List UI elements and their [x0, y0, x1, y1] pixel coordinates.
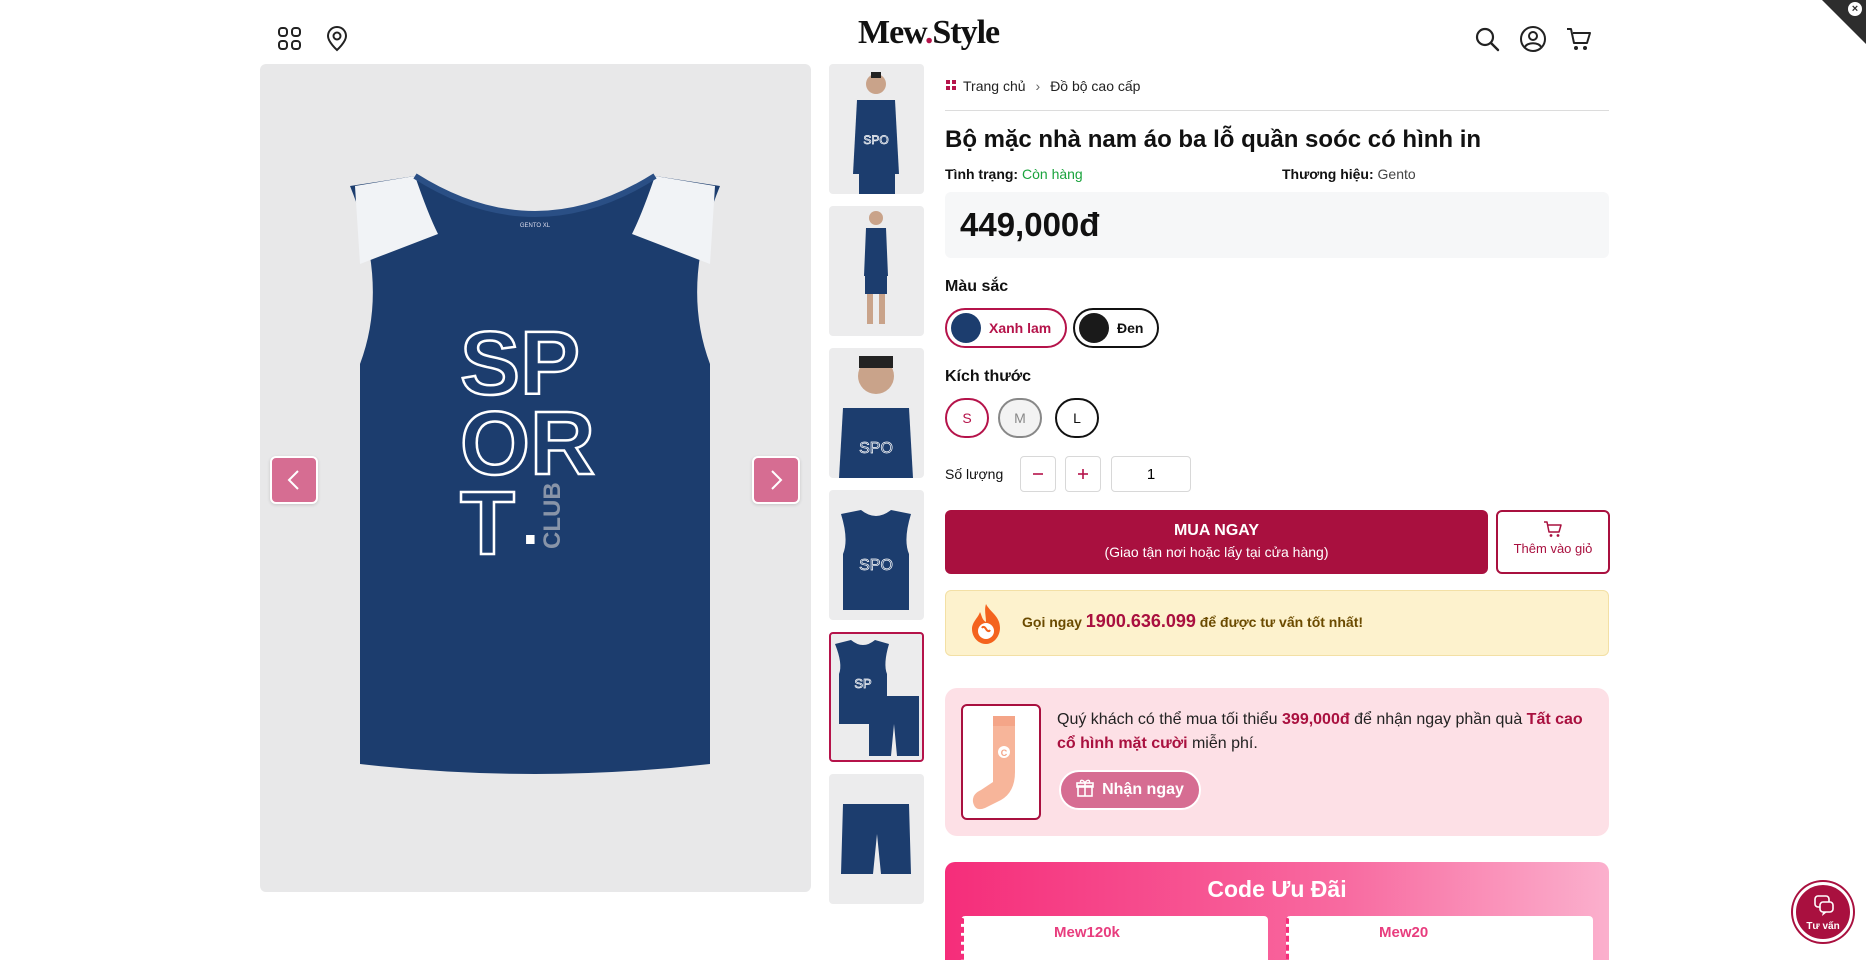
quantity-input[interactable] — [1111, 456, 1191, 492]
svg-text:SPO: SPO — [859, 440, 893, 457]
quantity-increase-button[interactable] — [1065, 456, 1101, 492]
hotline-number[interactable]: 1900.636.099 — [1086, 611, 1196, 631]
thumbnail-4[interactable]: SPO — [829, 490, 924, 620]
price-box: 449,000đ — [945, 192, 1609, 258]
claim-gift-label: Nhận ngay — [1102, 781, 1184, 798]
buy-now-sublabel: (Giao tận nơi hoặc lấy tại cửa hàng) — [1104, 544, 1329, 560]
color-swatch-navy — [951, 313, 981, 343]
svg-text:C: C — [1001, 748, 1008, 758]
chat-support-button[interactable]: Tư vấn — [1793, 882, 1853, 942]
search-icon[interactable] — [1472, 24, 1502, 54]
brand-info: Thương hiệu: Gento — [1282, 166, 1416, 182]
gift-min-amount: 399,000đ — [1282, 711, 1350, 728]
stock-status-value: Còn hàng — [1022, 166, 1083, 182]
buy-now-button[interactable]: MUA NGAY (Giao tận nơi hoặc lấy tại cửa … — [945, 510, 1488, 574]
brand-value[interactable]: Gento — [1378, 166, 1416, 182]
main-product-image: GENTO XL SP OR T . CLUB — [260, 64, 811, 892]
divider — [945, 110, 1609, 111]
gift-description: Quý khách có thể mua tối thiểu 399,000đ … — [1057, 708, 1597, 756]
hotline-prefix: Gọi ngay — [1022, 614, 1082, 630]
product-price: 449,000đ — [960, 206, 1100, 243]
gift-promo-box: C Quý khách có thể mua tối thiểu 399,000… — [945, 688, 1609, 836]
gift-text-part: Quý khách có thể mua tối thiểu — [1057, 711, 1283, 728]
breadcrumb-home-link[interactable]: Trang chủ — [963, 78, 1026, 94]
flame-icon — [964, 602, 1008, 651]
breadcrumb-category-link[interactable]: Đồ bộ cao cấp — [1050, 78, 1140, 94]
hotline-text: Gọi ngay 1900.636.099 để được tư vấn tốt… — [1022, 611, 1363, 632]
add-to-cart-button[interactable]: Thêm vào giỏ — [1496, 510, 1610, 574]
stock-status-label: Tình trạng: — [945, 166, 1019, 182]
home-icon — [945, 78, 957, 94]
hotline-banner: Gọi ngay 1900.636.099 để được tư vấn tốt… — [945, 590, 1609, 656]
product-title: Bộ mặc nhà nam áo ba lỗ quần soóc có hìn… — [945, 126, 1482, 153]
grid-menu-icon[interactable] — [275, 24, 305, 54]
color-swatch-black — [1079, 313, 1109, 343]
coupon-section: Code Ưu Đãi Mew120k Mew20 — [945, 862, 1609, 960]
thumbnail-3[interactable]: SPO — [829, 348, 924, 478]
coupon-card-1[interactable]: Mew120k — [961, 916, 1268, 960]
color-option-label: Đen — [1117, 320, 1144, 336]
chat-icon — [1813, 894, 1835, 923]
close-icon[interactable]: × — [1848, 2, 1862, 16]
size-option-s[interactable]: S — [945, 398, 989, 438]
buy-now-label: MUA NGAY — [1173, 522, 1260, 539]
chat-label: Tư vấn — [1806, 921, 1840, 932]
coupon-section-title: Code Ưu Đãi — [1207, 876, 1347, 902]
claim-gift-button[interactable]: Nhận ngay — [1059, 770, 1201, 810]
thumbnail-2[interactable] — [829, 206, 924, 336]
svg-text:GENTO XL: GENTO XL — [520, 223, 551, 229]
size-label: Kích thước — [945, 368, 1032, 385]
gift-text-part: để nhận ngay phần quà — [1349, 711, 1527, 728]
svg-text:.: . — [522, 490, 539, 557]
svg-text:CLUB: CLUB — [539, 482, 566, 549]
svg-text:SPO: SPO — [859, 557, 893, 574]
cart-icon[interactable] — [1564, 24, 1594, 54]
user-icon[interactable] — [1518, 24, 1548, 54]
brand-label: Thương hiệu: — [1282, 166, 1374, 182]
svg-text:T: T — [460, 474, 515, 574]
cart-icon-small — [1498, 520, 1608, 541]
location-pin-icon[interactable] — [322, 24, 352, 54]
breadcrumb-separator: › — [1035, 78, 1041, 94]
product-page: Mew.Style × GENTO XL SP OR T . CLUB SPO … — [0, 0, 1866, 960]
next-image-button[interactable] — [752, 456, 800, 504]
color-option-xanh-lam[interactable]: Xanh lam — [945, 308, 1068, 348]
color-option-den[interactable]: Đen — [1073, 308, 1160, 348]
thumbnail-1[interactable]: SPO — [829, 64, 924, 194]
quantity-label: Số lượng — [945, 466, 1004, 482]
size-option-m[interactable]: M — [998, 398, 1042, 438]
svg-text:SPO: SPO — [863, 133, 888, 147]
thumbnail-6[interactable] — [829, 774, 924, 904]
coupon-card-2[interactable]: Mew20 — [1286, 916, 1593, 960]
coupon-code: Mew120k — [1054, 924, 1120, 941]
add-to-cart-label: Thêm vào giỏ — [1513, 541, 1593, 556]
quantity-decrease-button[interactable] — [1020, 456, 1056, 492]
thumbnail-5[interactable]: SP — [829, 632, 924, 762]
coupon-code: Mew20 — [1379, 924, 1429, 941]
gift-icon — [1076, 779, 1094, 802]
gift-text-part: miễn phí. — [1187, 735, 1258, 752]
gift-sock-image: C — [961, 704, 1041, 820]
hotline-suffix: để được tư vấn tốt nhất! — [1199, 614, 1364, 630]
tank-top-illustration: GENTO XL SP OR T . CLUB — [350, 173, 720, 774]
prev-image-button[interactable] — [270, 456, 318, 504]
color-label: Màu sắc — [945, 278, 1009, 295]
breadcrumb: Trang chủ › Đồ bộ cao cấp — [945, 78, 1140, 94]
size-option-l[interactable]: L — [1055, 398, 1099, 438]
color-option-label: Xanh lam — [989, 320, 1052, 336]
stock-status: Tình trạng: Còn hàng — [945, 166, 1083, 182]
site-logo[interactable]: Mew.Style — [858, 14, 1000, 52]
svg-text:SP: SP — [854, 676, 871, 691]
